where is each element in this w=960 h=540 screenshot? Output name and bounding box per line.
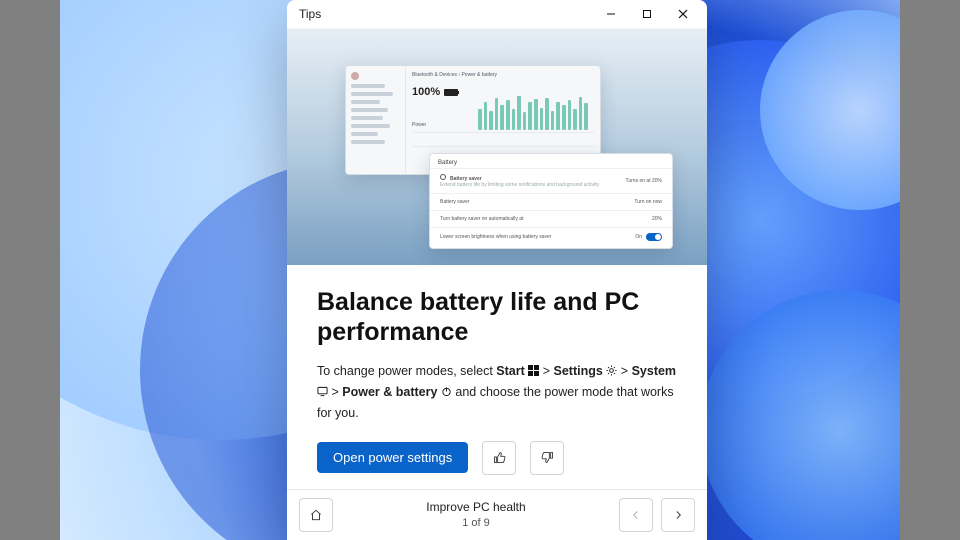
mock-usage-bars: [478, 94, 588, 130]
start-icon: [528, 362, 539, 382]
monitor-icon: [317, 383, 328, 403]
tip-hero-image: Bluetooth & Devices › Power & battery 10…: [287, 29, 707, 265]
mock-battery-percent: 100%: [412, 86, 440, 98]
tip-category: Improve PC health: [341, 500, 611, 516]
tip-heading: Balance battery life and PC performance: [317, 287, 677, 347]
tip-content: Balance battery life and PC performance …: [287, 265, 707, 489]
mock-breadcrumb: Bluetooth & Devices › Power & battery: [412, 72, 594, 78]
maximize-button[interactable]: [629, 0, 665, 28]
minimize-button[interactable]: [593, 0, 629, 28]
power-icon: [441, 383, 452, 403]
tip-position: 1 of 9: [341, 516, 611, 530]
open-power-settings-button[interactable]: Open power settings: [317, 442, 468, 473]
gear-icon: [606, 362, 617, 382]
home-button[interactable]: [299, 498, 333, 532]
tip-description: To change power modes, select Start > Se…: [317, 361, 677, 423]
tips-window: Tips: [287, 0, 707, 540]
window-title: Tips: [299, 7, 593, 21]
toggle-on-icon: [646, 233, 662, 241]
previous-tip-button[interactable]: [619, 498, 653, 532]
titlebar: Tips: [287, 0, 707, 29]
battery-panel-mock: Battery Battery saverExtend battery life…: [429, 153, 673, 249]
close-button[interactable]: [665, 0, 701, 28]
tip-footer: Improve PC health 1 of 9: [287, 489, 707, 540]
thumbs-down-button[interactable]: [530, 441, 564, 475]
next-tip-button[interactable]: [661, 498, 695, 532]
thumbs-up-button[interactable]: [482, 441, 516, 475]
